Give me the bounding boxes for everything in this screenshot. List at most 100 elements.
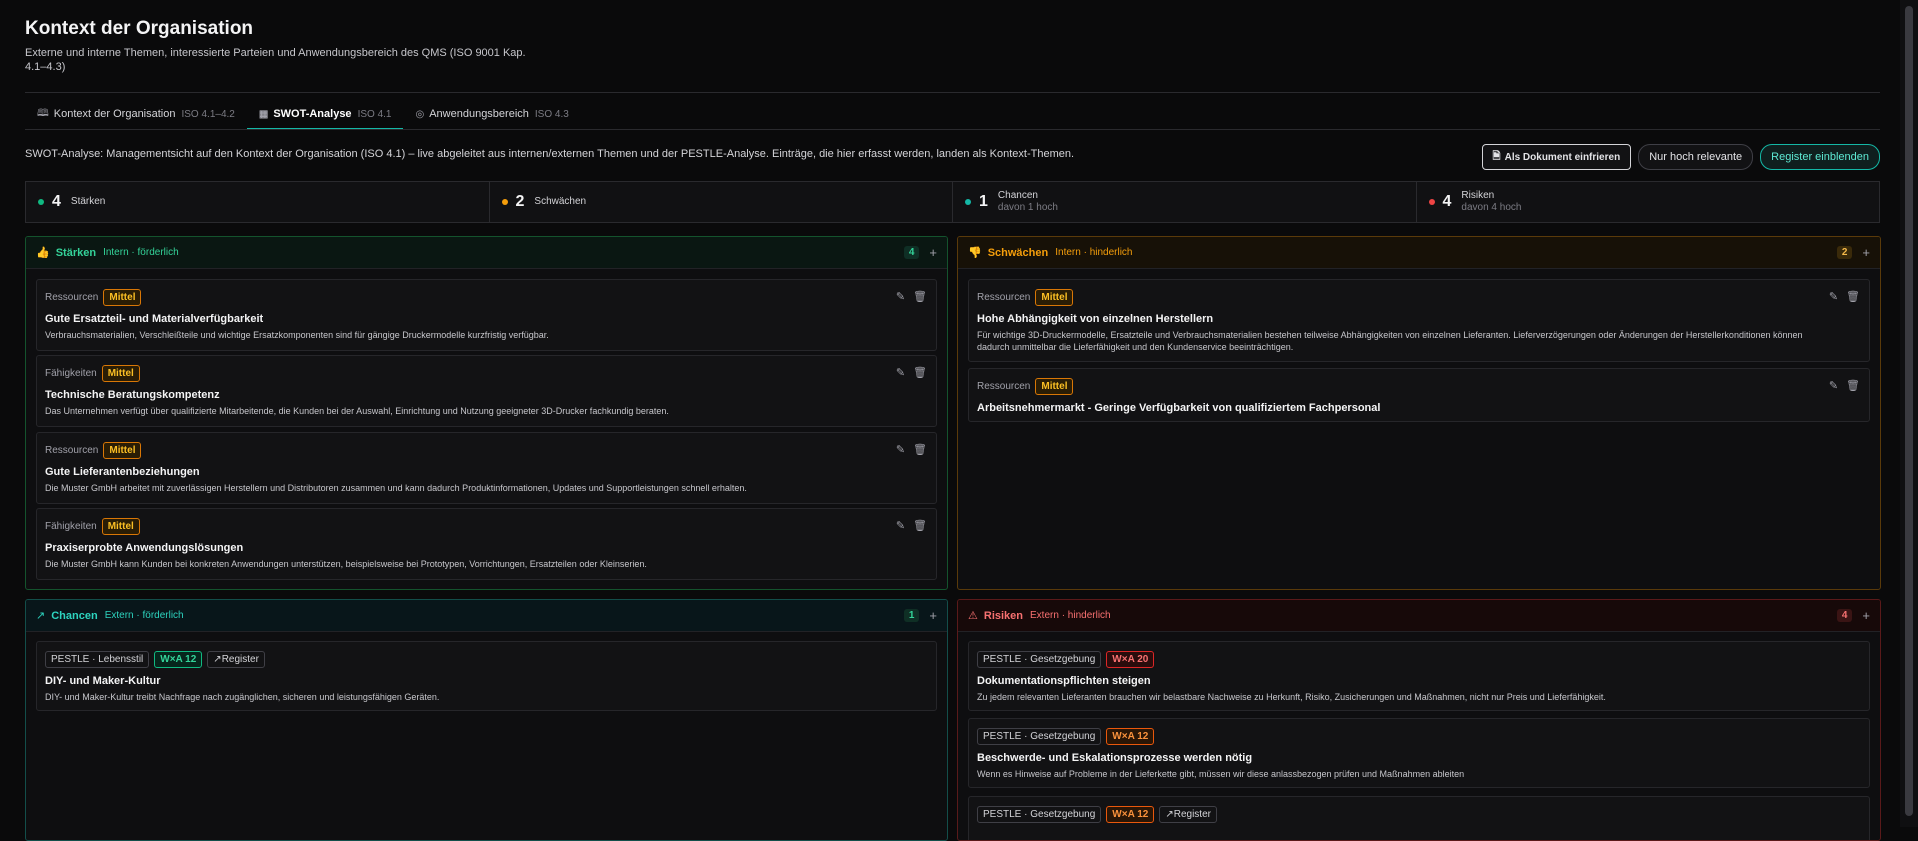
scrollbar[interactable] <box>1900 0 1918 827</box>
card-description: Die Muster GmbH kann Kunden bei konkrete… <box>45 559 647 569</box>
score-badge: W×A 20 <box>1106 651 1155 668</box>
trash-icon[interactable]: 🗑 <box>913 366 927 379</box>
page: Kontext der Organisation Externe und int… <box>0 0 1900 841</box>
only-high-relevant-button[interactable]: Nur hoch relevante <box>1638 144 1754 170</box>
tab-kontext[interactable]: 🕮 Kontext der Organisation ISO 4.1–4.2 <box>25 100 247 128</box>
pencil-icon[interactable]: ✎ <box>1829 379 1838 392</box>
category-label: Fähigkeiten <box>45 368 97 379</box>
swot-card[interactable]: Ressourcen Mittel ✎ 🗑 Arbeitsnehmermarkt -… <box>968 368 1870 422</box>
stat-label: Stärken <box>70 196 106 207</box>
add-icon[interactable]: + <box>1862 245 1870 260</box>
scrollbar-thumb[interactable] <box>1905 6 1913 816</box>
trending-up-icon: ↗ <box>36 610 46 622</box>
pencil-icon[interactable]: ✎ <box>896 443 905 456</box>
tab-label: SWOT-Analyse <box>273 108 352 120</box>
panel-header: ↗ Chancen Extern · förderlich 1 + <box>26 600 947 632</box>
panel-title: Stärken <box>55 246 97 259</box>
stat-sub: davon 4 hoch <box>1461 202 1522 213</box>
card-title: Technische Beratungskompetenz <box>45 389 220 401</box>
panel-scope: Extern · förderlich <box>104 610 184 621</box>
card-description: Das Unternehmen verfügt über qualifizier… <box>45 406 669 416</box>
action-bar: 🗎 Als Dokument einfrieren Nur hoch relev… <box>1481 144 1880 170</box>
tab-label: Kontext der Organisation <box>53 108 176 120</box>
show-register-button[interactable]: Register einblenden <box>1760 144 1880 170</box>
external-link-icon: ↗ <box>213 654 222 665</box>
source-chip: PESTLE · Lebensstil <box>45 651 150 668</box>
panel-header: 👍 Stärken Intern · förderlich 4 + <box>26 237 947 269</box>
status-dot <box>965 199 971 205</box>
swot-card[interactable]: Ressourcen Mittel ✎ 🗑 Gute Lieferantenbezi… <box>36 432 937 504</box>
trash-icon[interactable]: 🗑 <box>913 290 927 303</box>
swot-card[interactable]: Ressourcen Mittel ✎ 🗑 Hohe Abhängigkeit vo… <box>968 279 1870 362</box>
panel-title: Schwächen <box>987 246 1049 259</box>
swot-card[interactable]: Ressourcen Mittel ✎ 🗑 Gute Ersatzteil- und… <box>36 279 937 351</box>
tab-iso: ISO 4.1 <box>357 108 392 120</box>
stat-count: 2 <box>515 193 525 210</box>
level-badge: Mittel <box>101 518 140 535</box>
stat-count: 4 <box>52 193 61 210</box>
external-link-icon: ↗ <box>1165 809 1174 820</box>
register-label: Register <box>221 654 259 665</box>
swot-card[interactable]: PESTLE · Gesetzgebung W×A 12 ↗Register <box>968 796 1870 840</box>
warning-icon: ⚠ <box>968 610 978 622</box>
source-chip: PESTLE · Gesetzgebung <box>977 651 1102 668</box>
add-icon[interactable]: + <box>929 245 937 260</box>
freeze-document-button[interactable]: 🗎 Als Dokument einfrieren <box>1481 144 1632 170</box>
card-description: Für wichtige 3D-Druckermodelle, Ersatzte… <box>977 330 1803 352</box>
swot-card[interactable]: PESTLE · Gesetzgebung W×A 20 Dokumentati… <box>968 641 1870 711</box>
swot-card[interactable]: PESTLE · Lebensstil W×A 12 ↗Register DIY… <box>36 641 937 711</box>
page-header: Kontext der Organisation Externe und int… <box>25 18 545 74</box>
tab-anwendungsbereich[interactable]: ◎ Anwendungsbereich ISO 4.3 <box>403 100 580 128</box>
card-title: Arbeitsnehmermarkt - Geringe Verfügbarke… <box>977 402 1381 414</box>
pencil-icon[interactable]: ✎ <box>896 290 905 303</box>
card-title: DIY- und Maker-Kultur <box>45 675 161 687</box>
tab-swot[interactable]: ▦ SWOT-Analyse ISO 4.1 <box>246 100 404 130</box>
level-badge: Mittel <box>103 289 142 306</box>
stat-schwaechen: 2 Schwächen <box>490 182 953 222</box>
button-label: Als Dokument einfrieren <box>1504 151 1621 163</box>
thumbs-down-icon: 👎 <box>968 247 982 259</box>
swot-card[interactable]: Fähigkeiten Mittel ✎ 🗑 Technische Beratung… <box>36 355 937 427</box>
page-subtitle: Externe und interne Themen, interessiert… <box>25 47 526 73</box>
card-title: Dokumentationspflichten steigen <box>977 675 1151 687</box>
swot-card[interactable]: PESTLE · Gesetzgebung W×A 12 Beschwerde-… <box>968 718 1870 788</box>
category-label: Ressourcen <box>45 292 99 303</box>
pencil-icon[interactable]: ✎ <box>896 366 905 379</box>
category-label: Ressourcen <box>45 445 99 456</box>
divider <box>25 129 1880 130</box>
grid-icon: ▦ <box>258 108 269 120</box>
pencil-icon[interactable]: ✎ <box>1829 290 1838 303</box>
panel-chancen: ↗ Chancen Extern · förderlich 1 + PESTLE… <box>25 599 948 841</box>
document-icon: 🗎 <box>1492 150 1501 162</box>
trash-icon[interactable]: 🗑 <box>913 443 927 456</box>
register-label: Register <box>1173 809 1211 820</box>
status-dot <box>501 199 508 205</box>
register-link[interactable]: ↗Register <box>1159 806 1217 823</box>
stat-staerken: 4 Stärken <box>26 182 490 222</box>
swot-intro: SWOT-Analyse: Managementsicht auf den Ko… <box>25 148 1075 160</box>
tab-bar: 🕮 Kontext der Organisation ISO 4.1–4.2 ▦… <box>25 100 581 130</box>
pencil-icon[interactable]: ✎ <box>896 519 905 532</box>
panel-schwaechen: 👎 Schwächen Intern · hinderlich 2 + Ress… <box>957 236 1881 590</box>
trash-icon[interactable]: 🗑 <box>1846 290 1860 303</box>
panel-scope: Intern · förderlich <box>103 247 179 258</box>
trash-icon[interactable]: 🗑 <box>1846 379 1860 392</box>
level-badge: Mittel <box>101 365 140 382</box>
swot-card[interactable]: Fähigkeiten Mittel ✎ 🗑 Praxiserprobte Anwe… <box>36 508 937 580</box>
level-badge: Mittel <box>103 442 142 459</box>
panel-scope: Intern · hinderlich <box>1055 247 1133 258</box>
trash-icon[interactable]: 🗑 <box>913 519 927 532</box>
panel-count: 1 <box>903 609 920 622</box>
register-link[interactable]: ↗Register <box>207 651 265 668</box>
score-badge: W×A 12 <box>154 651 203 668</box>
card-title: Gute Lieferantenbeziehungen <box>45 466 200 478</box>
stat-sub: davon 1 hoch <box>997 202 1058 213</box>
tab-iso: ISO 4.1–4.2 <box>181 108 235 120</box>
add-icon[interactable]: + <box>929 608 937 623</box>
target-icon: ◎ <box>415 108 425 120</box>
stat-chancen: 1 Chancen davon 1 hoch <box>953 182 1417 222</box>
card-description: Verbrauchsmaterialien, Verschleißteile u… <box>45 330 549 340</box>
page-title: Kontext der Organisation <box>25 18 254 39</box>
card-description: Die Muster GmbH arbeitet mit zuverlässig… <box>45 483 747 493</box>
add-icon[interactable]: + <box>1862 608 1870 623</box>
